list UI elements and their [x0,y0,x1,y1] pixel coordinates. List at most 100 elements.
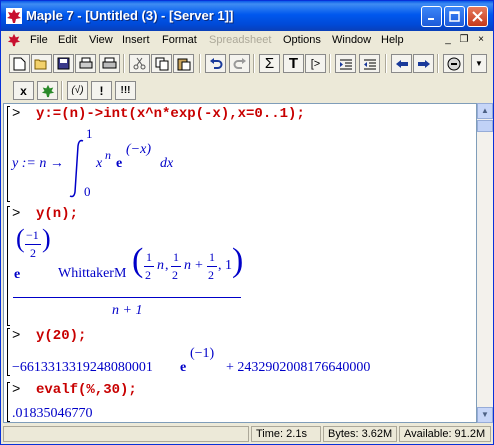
toolbar-separator [437,54,439,73]
title-bar[interactable]: Maple 7 - [Untitled (3) - [Server 1]] [1,1,493,31]
leaf-button[interactable] [37,81,58,100]
print-button[interactable] [75,54,96,73]
minimize-button[interactable] [421,6,442,27]
main-denominator: n + 1 [112,303,143,318]
maple-input-button[interactable]: x [13,81,34,100]
exp-e: e [180,360,187,375]
vertical-scrollbar[interactable]: ▲ ▼ [477,103,493,423]
sigma-icon: Σ [264,55,275,72]
maple-leaf-icon [6,8,22,24]
menu-window[interactable]: Window [332,34,371,46]
document-leaf-icon[interactable] [7,33,21,47]
redo-icon [233,58,246,69]
status-bar: Time: 2.1s Bytes: 3.62M Available: 91.2M [1,424,493,444]
new-button[interactable] [9,54,30,73]
context-toolbar: x (√) ! !!! [1,78,493,102]
arg1-line [144,266,154,267]
arg2-den: 2 [172,268,178,282]
close-button[interactable] [467,6,488,27]
exp-argument: (−x) [126,142,151,157]
input-line-3[interactable]: y(20); [36,328,86,344]
arg2-plus: + [195,258,203,273]
toolbar-separator [123,54,125,73]
execute-all-button[interactable]: !!! [115,81,136,100]
menu-help[interactable]: Help [381,34,404,46]
print-preview-button[interactable] [99,54,120,73]
validate-button[interactable]: (√) [67,81,88,100]
func-right-paren: ) [232,242,244,279]
output-1-lhs: y := n → [12,156,64,171]
exp-frac-line [25,244,41,245]
open-folder-icon [34,59,47,70]
scroll-down-button[interactable]: ▼ [477,407,493,423]
execution-group-bracket[interactable] [7,206,10,326]
execution-group-bracket[interactable] [7,328,10,376]
status-message [3,426,249,442]
stop-button[interactable] [443,54,464,73]
stop-icon [447,57,460,70]
doc-minimize-icon[interactable]: _ [441,33,455,47]
menu-view[interactable]: View [89,34,113,46]
integrand-exponent: n [105,148,111,162]
execution-group-bracket[interactable] [7,106,10,202]
exp-frac-den: 2 [30,246,36,260]
worksheet[interactable]: > y:=(n)->int(x^n*exp(-x),x=0..1); y := … [3,103,477,423]
scroll-up-button[interactable]: ▲ [477,103,493,119]
open-button[interactable] [31,54,52,73]
input-line-2[interactable]: y(n); [36,206,78,222]
redo-button[interactable] [229,54,250,73]
menu-edit[interactable]: Edit [58,34,77,46]
arg3-one: 1 [225,258,232,273]
doc-restore-icon[interactable]: ❐ [457,33,471,47]
validate-label: (√) [71,85,84,96]
outdent-button[interactable] [359,54,380,73]
arg2b-line [207,266,217,267]
insert-math-button[interactable]: Σ [259,54,280,73]
left-paren: ( [16,224,25,253]
cut-button[interactable] [129,54,150,73]
input-line-1[interactable]: y:=(n)->int(x^n*exp(-x),x=0..1); [36,106,305,122]
prompt-icon: [> [310,57,321,70]
menu-options[interactable]: Options [283,34,321,46]
func-left-paren: ( [132,242,144,279]
green-leaf-icon [41,84,54,97]
execution-group-bracket[interactable] [7,382,10,422]
input-line-4[interactable]: evalf(%,30); [36,382,137,398]
maple-window: Maple 7 - [Untitled (3) - [Server 1]] Fi… [0,0,494,445]
save-button[interactable] [53,54,74,73]
arg-comma: , [218,258,222,273]
execute-button[interactable]: ! [91,81,112,100]
menu-insert[interactable]: Insert [122,34,150,46]
maximize-button[interactable] [444,6,465,27]
arrow-left-icon [395,59,408,68]
chevron-down-icon: ▼ [475,59,483,68]
menu-format[interactable]: Format [162,34,197,46]
undo-button[interactable] [205,54,226,73]
prompt: > [12,106,21,122]
indent-button[interactable] [335,54,356,73]
back-button[interactable] [391,54,412,73]
prompt: > [12,382,21,398]
paste-icon [177,58,190,70]
right-paren: ) [42,224,51,253]
doc-close-icon[interactable]: × [474,33,488,47]
exp-e: e [116,156,123,171]
output-3-term1: −6613313319248080001 [12,360,153,375]
copy-button[interactable] [151,54,172,73]
integral-dx: dx [160,156,174,171]
insert-prompt-button[interactable]: [> [305,54,326,73]
menu-file[interactable]: File [30,34,48,46]
arg1-den: 2 [145,268,151,282]
arrow-right-icon [417,59,430,68]
whittaker-function: WhittakerM [58,266,127,281]
arg2b-den: 2 [208,268,214,282]
forward-button[interactable] [413,54,434,73]
main-fraction-line [13,297,241,298]
paste-button[interactable] [173,54,194,73]
toolbar-options-button[interactable]: ▼ [471,54,487,73]
scroll-thumb[interactable] [477,120,493,132]
prompt: > [12,206,21,222]
insert-text-button[interactable]: T [283,54,304,73]
arg2-line [171,266,181,267]
execute-label: ! [99,83,104,98]
